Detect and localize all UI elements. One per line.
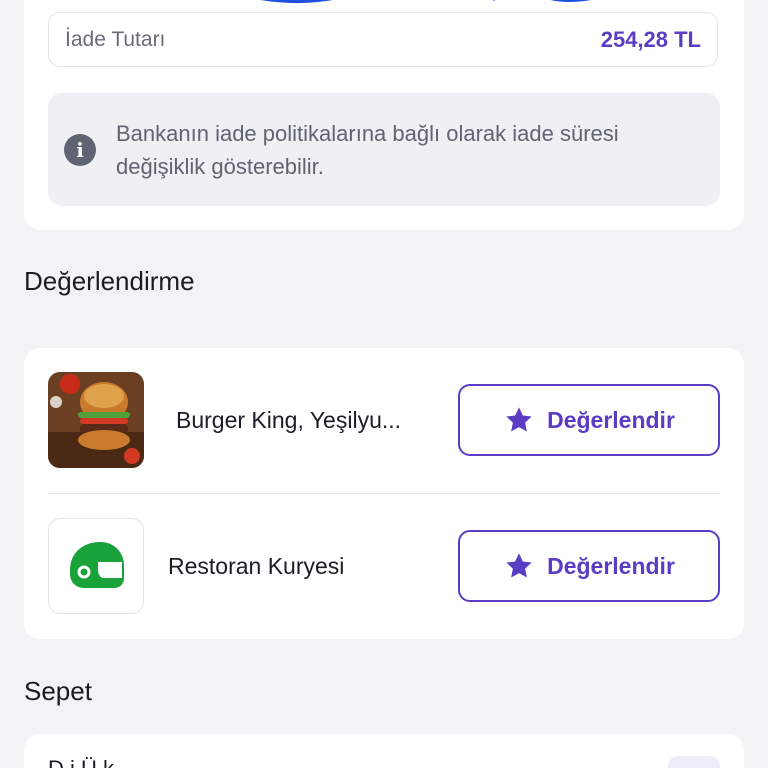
rate-restaurant-button[interactable]: Değerlendir: [458, 384, 720, 456]
refund-label: İade Tutarı: [65, 27, 166, 51]
star-icon: [503, 550, 535, 582]
rating-divider: [48, 493, 720, 494]
rate-courier-button[interactable]: Değerlendir: [458, 530, 720, 602]
refund-card: İade Tutarı 254,28 TL i Bankanın iade po…: [24, 0, 744, 230]
refund-amount: 254,28 TL: [600, 26, 701, 52]
refund-info-text: Bankanın iade politikalarına bağlı olara…: [116, 120, 619, 179]
rating-row-courier: Restoran Kuryesi Değerlendir: [48, 518, 720, 614]
refund-amount-row: İade Tutarı 254,28 TL: [48, 12, 718, 67]
basket-item-badge: [668, 756, 720, 768]
courier-name: Restoran Kuryesi: [168, 552, 345, 579]
star-icon: [503, 404, 535, 436]
basket-item-label: D i Ü k: [48, 756, 114, 768]
courier-helmet-icon: [48, 518, 144, 614]
rating-card: Burger King, Yeşilyu... Değerlendir Rest…: [24, 348, 744, 639]
info-icon: i: [64, 133, 96, 166]
basket-section-title: Sepet: [24, 676, 92, 706]
rate-courier-label: Değerlendir: [547, 552, 675, 579]
restaurant-name: Burger King, Yeşilyu...: [176, 406, 402, 433]
refund-info-box: i Bankanın iade politikalarına bağlı ola…: [48, 93, 720, 206]
rate-restaurant-label: Değerlendir: [547, 406, 675, 433]
rating-row-restaurant: Burger King, Yeşilyu... Değerlendir: [48, 372, 720, 468]
basket-card: D i Ü k: [24, 734, 744, 768]
rating-section-title: Değerlendirme: [24, 266, 195, 296]
burger-image: [48, 372, 144, 468]
